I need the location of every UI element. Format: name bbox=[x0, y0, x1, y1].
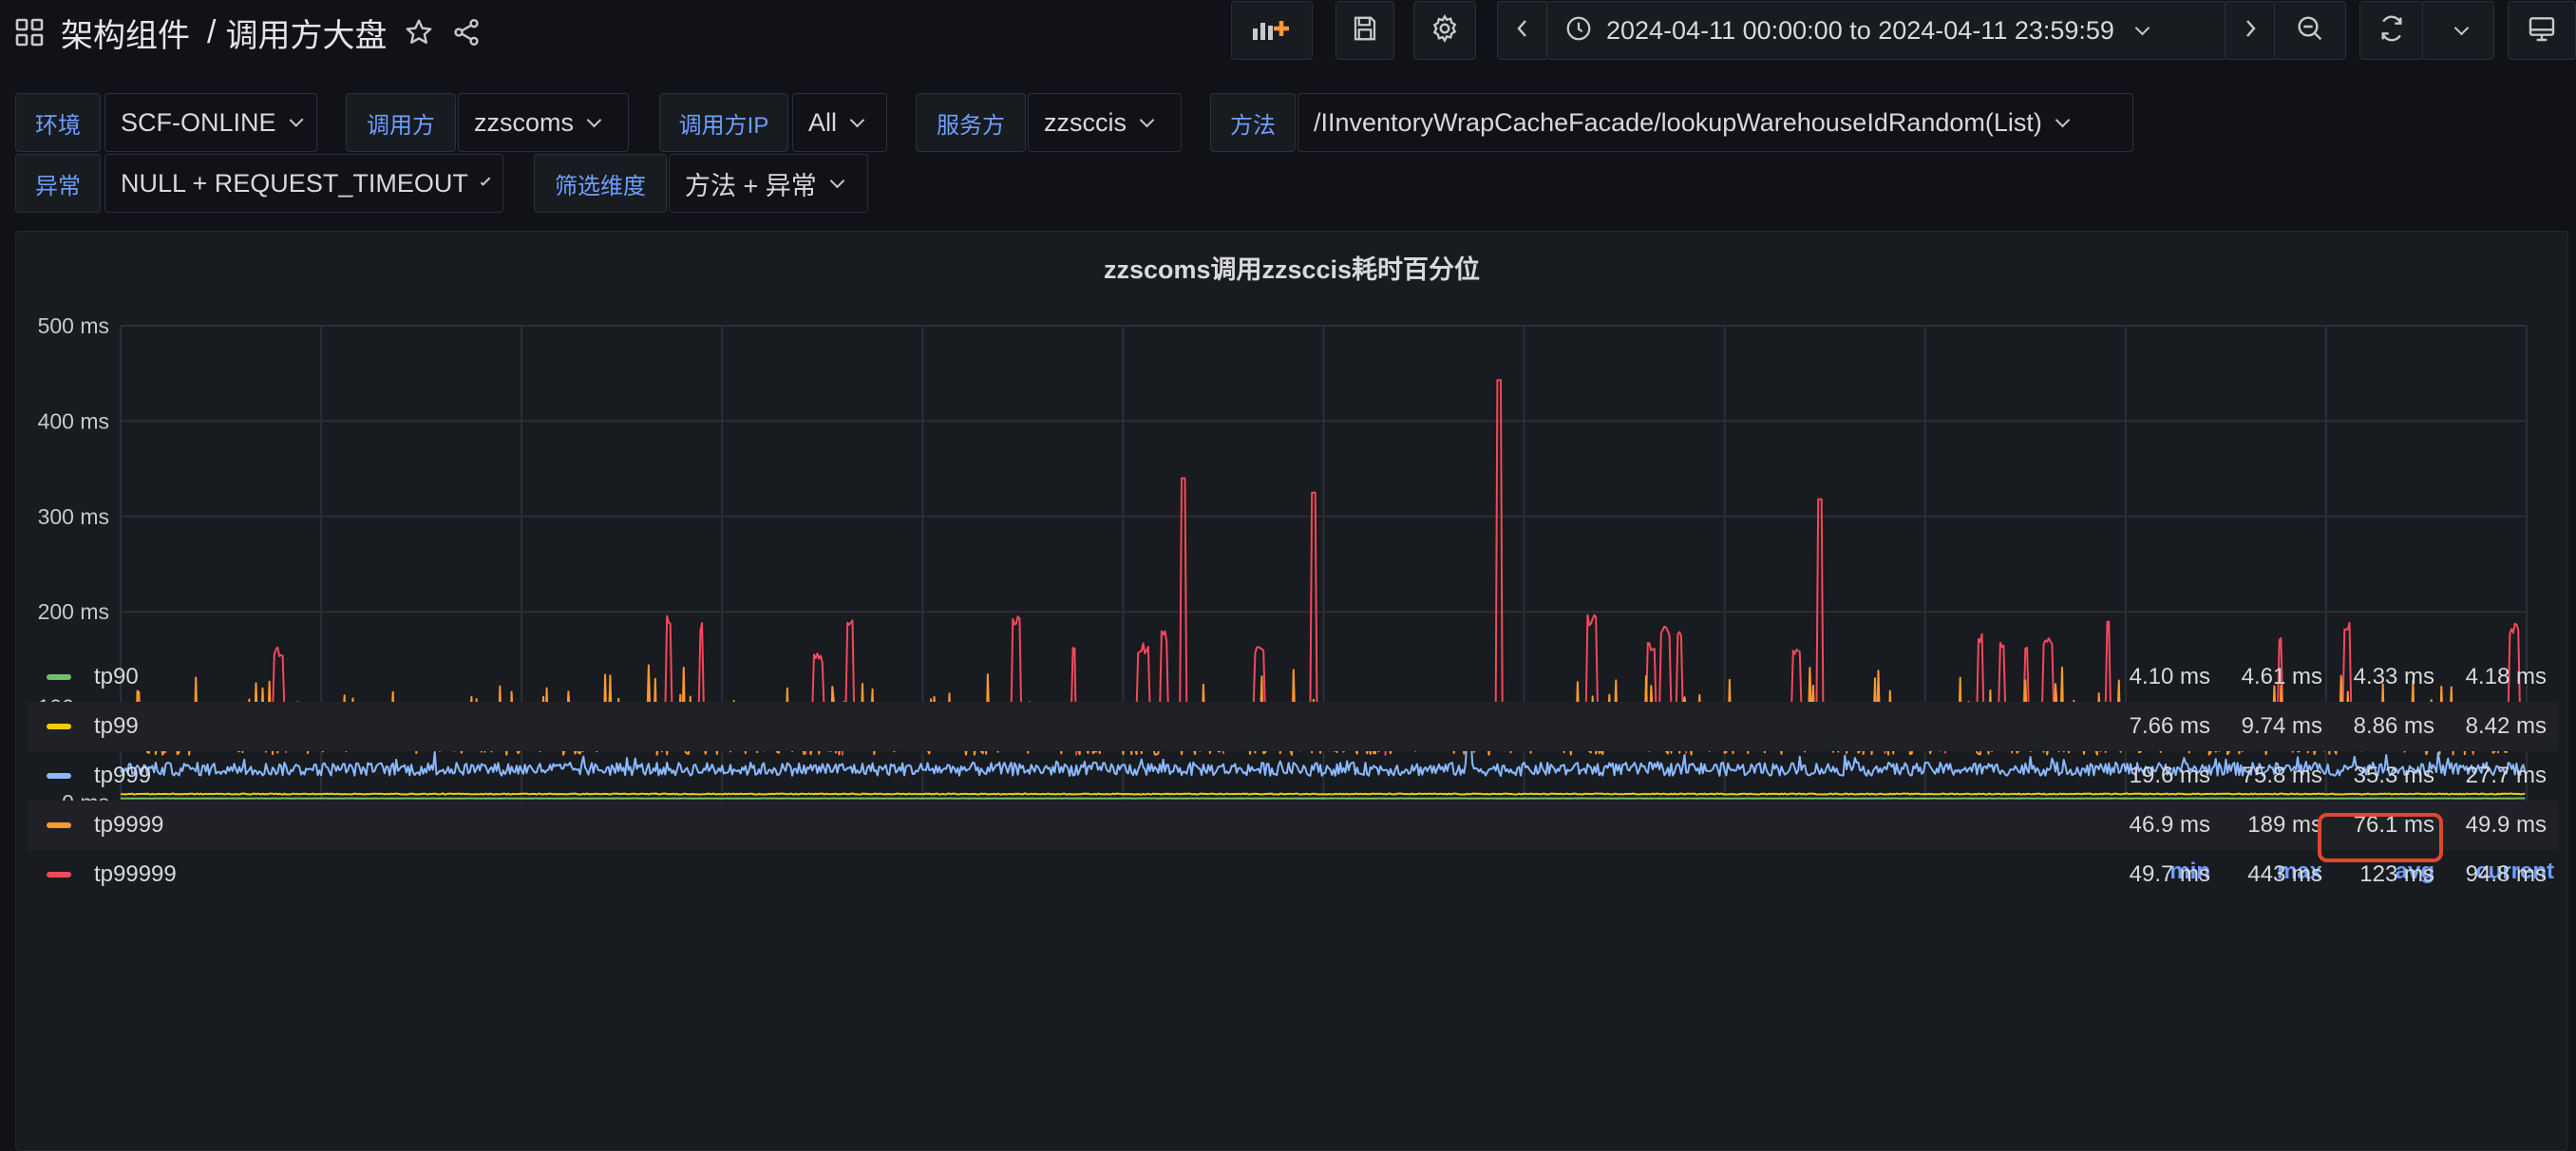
dashboard-settings-button[interactable] bbox=[1413, 1, 1476, 60]
var-select-method[interactable]: /IInventoryWrapCacheFacade/lookupWarehou… bbox=[1297, 93, 2133, 152]
legend-value-min: 46.9 ms bbox=[2129, 812, 2210, 838]
legend-row-tp99[interactable]: tp99 7.66 ms 9.74 ms 8.86 ms 8.42 ms bbox=[28, 702, 2558, 751]
y-tick-label: 200 ms bbox=[38, 599, 109, 624]
legend-series-name[interactable]: tp90 bbox=[94, 664, 139, 690]
legend-value-min: 7.66 ms bbox=[2129, 713, 2210, 739]
legend-value-current: 4.18 ms bbox=[2465, 664, 2547, 689]
legend-series-name[interactable]: tp99999 bbox=[94, 861, 177, 888]
var-value: All bbox=[808, 107, 838, 137]
chevron-down-icon bbox=[829, 173, 845, 188]
clock-icon bbox=[1564, 14, 1593, 47]
var-label-caller: 调用方 bbox=[346, 93, 456, 152]
legend-row-tp9999[interactable]: tp9999 46.9 ms 189 ms 76.1 ms 49.9 ms bbox=[28, 801, 2558, 850]
save-icon bbox=[1351, 14, 1379, 47]
legend-value-max: 9.74 ms bbox=[2241, 713, 2322, 739]
var-value: 方法 + 异常 bbox=[685, 171, 817, 200]
legend-row-tp90[interactable]: tp90 4.10 ms 4.61 ms 4.33 ms 4.18 ms bbox=[28, 652, 2558, 702]
view-mode-button[interactable] bbox=[2508, 1, 2576, 60]
time-range-picker[interactable]: 2024-04-11 00:00:00 to 2024-04-11 23:59:… bbox=[1546, 1, 2226, 60]
add-panel-icon bbox=[1249, 13, 1295, 48]
legend-value-current: 27.7 ms bbox=[2465, 763, 2547, 788]
chevron-down-icon bbox=[849, 112, 865, 127]
legend-value-avg: 35.3 ms bbox=[2353, 763, 2434, 788]
var-value: zzscoms bbox=[474, 107, 575, 137]
gear-icon bbox=[1430, 13, 1460, 48]
var-select-provider[interactable]: zzsccis bbox=[1028, 93, 1182, 152]
timeseries-panel: zzscoms调用zzsccis耗时百分位 0 ms100 ms200 ms30… bbox=[15, 231, 2568, 1151]
dashboard-title: 调用方大盘 bbox=[225, 17, 388, 54]
star-icon[interactable] bbox=[404, 17, 434, 47]
chevron-down-icon bbox=[586, 112, 602, 127]
var-select-caller-ip[interactable]: All bbox=[792, 93, 887, 152]
var-value: SCF-ONLINE bbox=[121, 107, 276, 137]
top-bar: 架构组件 / 调用方大盘 2024-04-11 00:00:00 to 2024… bbox=[0, 0, 2576, 65]
var-value: zzsccis bbox=[1044, 107, 1127, 137]
dashboards-grid-icon[interactable] bbox=[15, 18, 44, 47]
chevron-left-icon bbox=[1513, 16, 1532, 46]
series-color-swatch[interactable] bbox=[47, 773, 71, 779]
chevron-down-icon bbox=[289, 112, 304, 127]
legend-value-avg: 4.33 ms bbox=[2353, 664, 2434, 689]
var-label-exception: 异常 bbox=[15, 154, 101, 213]
refresh-icon bbox=[2377, 13, 2407, 48]
series-color-swatch[interactable] bbox=[47, 724, 71, 729]
breadcrumb: 架构组件 / 调用方大盘 bbox=[15, 9, 482, 55]
series-color-swatch[interactable] bbox=[47, 822, 71, 828]
share-icon[interactable] bbox=[451, 17, 482, 47]
legend-value-avg: 8.86 ms bbox=[2353, 713, 2434, 739]
legend-value-max: 189 ms bbox=[2247, 812, 2322, 838]
legend-value-min: 49.7 ms bbox=[2129, 861, 2210, 887]
legend-value-avg: 123 ms bbox=[2359, 861, 2434, 887]
zoom-out-icon bbox=[2295, 13, 2325, 48]
var-select-caller[interactable]: zzscoms bbox=[458, 93, 629, 152]
monitor-icon bbox=[2527, 13, 2557, 48]
chevron-down-icon bbox=[2453, 20, 2469, 35]
chevron-right-icon bbox=[2241, 16, 2260, 46]
var-label-method: 方法 bbox=[1210, 93, 1296, 152]
legend-value-avg: 76.1 ms bbox=[2353, 812, 2434, 838]
legend-value-max: 443 ms bbox=[2247, 861, 2322, 887]
chevron-down-icon bbox=[2134, 20, 2150, 35]
legend-value-max: 4.61 ms bbox=[2241, 664, 2322, 689]
refresh-button[interactable] bbox=[2359, 1, 2424, 60]
var-label-filter-dimension: 筛选维度 bbox=[534, 154, 667, 213]
legend-series-name[interactable]: tp9999 bbox=[94, 812, 163, 839]
legend-value-max: 75.8 ms bbox=[2241, 763, 2322, 788]
legend-value-current: 8.42 ms bbox=[2465, 713, 2547, 739]
y-tick-label: 500 ms bbox=[38, 313, 109, 338]
breadcrumb-folder[interactable]: 架构组件 bbox=[61, 9, 190, 56]
legend-row-tp99999[interactable]: tp99999 49.7 ms 443 ms 123 ms 94.8 ms bbox=[28, 850, 2558, 899]
legend-value-current: 49.9 ms bbox=[2465, 812, 2547, 838]
breadcrumb-separator: / bbox=[207, 13, 217, 50]
var-label-provider: 服务方 bbox=[916, 93, 1026, 152]
var-label-env: 环境 bbox=[15, 93, 101, 152]
chevron-down-icon bbox=[1139, 112, 1155, 127]
legend-row-tp999[interactable]: tp999 19.6 ms 75.8 ms 35.3 ms 27.7 ms bbox=[28, 751, 2558, 801]
y-tick-label: 300 ms bbox=[38, 504, 109, 529]
legend-value-min: 19.6 ms bbox=[2129, 763, 2210, 788]
var-label-caller-ip: 调用方IP bbox=[659, 93, 788, 152]
add-panel-button[interactable] bbox=[1231, 1, 1313, 60]
var-value: NULL + REQUEST_TIMEOUT bbox=[121, 168, 468, 198]
legend-value-current: 94.8 ms bbox=[2465, 861, 2547, 887]
var-select-exception[interactable]: NULL + REQUEST_TIMEOUT bbox=[104, 154, 503, 213]
save-dashboard-button[interactable] bbox=[1335, 1, 1394, 60]
legend-series-name[interactable]: tp999 bbox=[94, 763, 151, 789]
chevron-down-icon bbox=[2055, 112, 2071, 127]
chevron-down-icon bbox=[480, 175, 491, 186]
var-select-filter-dimension[interactable]: 方法 + 异常 bbox=[669, 154, 868, 213]
var-select-env[interactable]: SCF-ONLINE bbox=[104, 93, 317, 152]
time-shift-back-button[interactable] bbox=[1497, 1, 1548, 60]
legend-series-name[interactable]: tp99 bbox=[94, 713, 139, 740]
legend-value-min: 4.10 ms bbox=[2129, 664, 2210, 689]
var-value: /IInventoryWrapCacheFacade/lookupWarehou… bbox=[1314, 107, 2042, 137]
series-color-swatch[interactable] bbox=[47, 674, 71, 680]
series-color-swatch[interactable] bbox=[47, 872, 71, 877]
y-tick-label: 400 ms bbox=[38, 408, 109, 433]
zoom-out-button[interactable] bbox=[2274, 1, 2346, 60]
refresh-interval-dropdown[interactable] bbox=[2422, 1, 2494, 60]
time-range-text: 2024-04-11 00:00:00 to 2024-04-11 23:59:… bbox=[1606, 15, 2114, 45]
time-shift-forward-button[interactable] bbox=[2225, 1, 2276, 60]
